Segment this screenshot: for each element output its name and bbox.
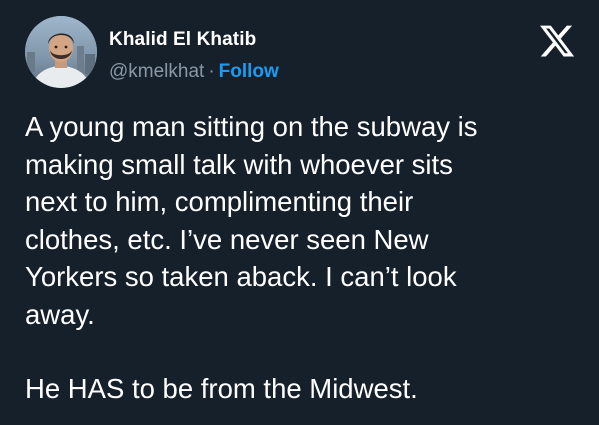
tweet-line-6: away. bbox=[25, 298, 95, 330]
handle-separator: · bbox=[208, 61, 215, 82]
x-logo-icon[interactable] bbox=[538, 22, 576, 60]
author-handle-line: @kmelkhat · Follow bbox=[109, 61, 279, 83]
tweet-card: Khalid El Khatib @kmelkhat · Follow A youn… bbox=[0, 0, 599, 425]
tweet-line-1: A young man sitting on the subway is bbox=[25, 111, 478, 142]
tweet-header: Khalid El Khatib @kmelkhat · Follow bbox=[25, 16, 575, 94]
author-display-name[interactable]: Khalid El Khatib bbox=[109, 29, 256, 51]
tweet-line-2: making small talk with whoever sits bbox=[25, 148, 453, 180]
author-handle[interactable]: @kmelkhat bbox=[109, 61, 204, 82]
tweet-line-5: Yorkers so taken aback. I can’t look bbox=[25, 261, 457, 292]
x-logo-glyph bbox=[539, 25, 575, 57]
profile-photo-icon bbox=[25, 16, 97, 88]
tweet-line-4: clothes, etc. I’ve never seen New bbox=[25, 223, 429, 255]
tweet-line-3: next to him, complimenting their bbox=[25, 186, 414, 217]
tweet-text: A young man sitting on the subway is mak… bbox=[25, 108, 575, 408]
avatar[interactable] bbox=[25, 16, 97, 88]
tweet-last-paragraph: He HAS to be from the Midwest. bbox=[25, 373, 418, 404]
follow-link[interactable]: Follow bbox=[219, 61, 279, 82]
